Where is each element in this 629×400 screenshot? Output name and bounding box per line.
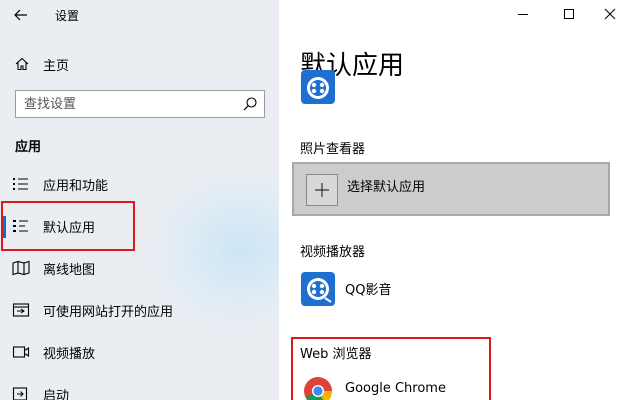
- navigation-pane: 设置 主页 应用 应用和功能: [0, 0, 279, 400]
- choose-default-app-button[interactable]: 选择默认应用: [292, 162, 610, 216]
- nav-item-offline-maps[interactable]: 离线地图: [0, 250, 279, 286]
- close-icon: [604, 8, 616, 20]
- search-input[interactable]: [16, 91, 236, 117]
- nav-item-label: 离线地图: [43, 263, 96, 278]
- category-video-player: 视频播放器: [300, 245, 366, 260]
- minimize-icon: [518, 14, 528, 15]
- back-button[interactable]: [8, 4, 34, 26]
- apps-for-websites-icon: [12, 303, 30, 317]
- video-player-app-name: QQ影音: [345, 283, 392, 298]
- nav-item-label: 应用和功能: [43, 179, 109, 194]
- qq-player-icon: [301, 70, 335, 104]
- search-icon[interactable]: [242, 96, 258, 112]
- minimize-button[interactable]: [508, 2, 538, 26]
- plus-icon: [306, 174, 338, 206]
- category-photo-viewer: 照片查看器: [300, 142, 366, 157]
- nav-home[interactable]: 主页: [0, 50, 279, 78]
- nav-item-label: 视频播放: [43, 347, 96, 362]
- nav-item-label: 启动: [43, 389, 70, 400]
- startup-icon: [12, 387, 28, 400]
- close-button[interactable]: [595, 2, 625, 26]
- search-box[interactable]: [15, 90, 265, 118]
- nav-item-default-apps[interactable]: 默认应用: [0, 208, 279, 244]
- title-bar: 设置: [0, 0, 279, 30]
- nav-item-video-playback[interactable]: 视频播放: [0, 334, 279, 370]
- qq-player-icon: [301, 272, 335, 306]
- chrome-icon: [304, 377, 332, 400]
- nav-item-apps-features[interactable]: 应用和功能: [0, 166, 279, 202]
- content-pane: 默认应用 照片查看器 选择默认应用 视频播放器 QQ影音 Web 浏览器 Goo…: [279, 0, 629, 400]
- maximize-button[interactable]: [554, 2, 584, 26]
- home-icon: [15, 57, 29, 71]
- choose-default-app-label: 选择默认应用: [347, 180, 426, 195]
- category-web-browser: Web 浏览器: [300, 347, 372, 362]
- section-heading: 应用: [15, 140, 42, 155]
- back-arrow-icon: [14, 9, 27, 21]
- window-title: 设置: [55, 9, 80, 23]
- video-playback-icon: [12, 346, 30, 358]
- nav-home-label: 主页: [43, 59, 70, 74]
- nav-item-startup[interactable]: 启动: [0, 376, 279, 400]
- nav-item-label: 可使用网站打开的应用: [43, 305, 174, 320]
- nav-item-apps-for-websites[interactable]: 可使用网站打开的应用: [0, 292, 279, 328]
- apps-features-icon: [13, 178, 28, 190]
- offline-maps-icon: [12, 260, 30, 276]
- maximize-icon: [564, 9, 574, 19]
- selection-indicator: [2, 216, 6, 238]
- settings-window: 设置 主页 应用 应用和功能: [0, 0, 629, 400]
- web-browser-app-name: Google Chrome: [345, 381, 446, 396]
- default-apps-icon: [13, 220, 28, 232]
- nav-item-label: 默认应用: [43, 221, 96, 236]
